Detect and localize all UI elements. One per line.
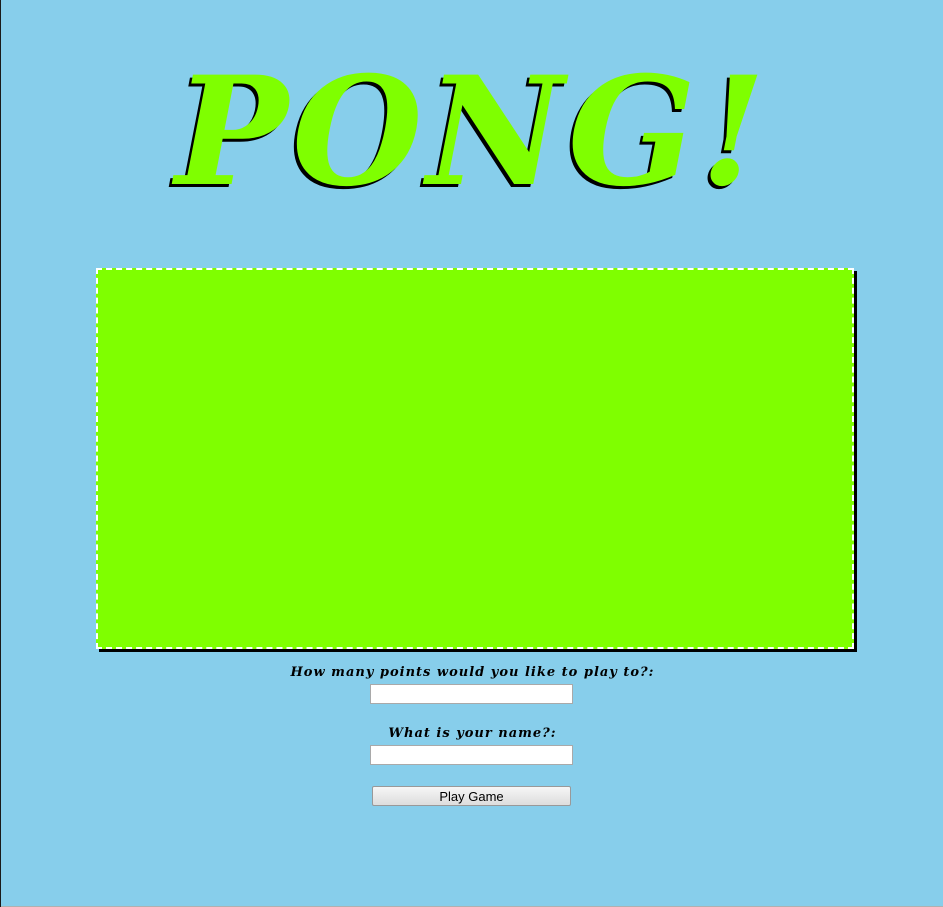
pong-page: { "title": "PONG!", "colors": { "backgro…	[0, 0, 943, 907]
points-label: How many points would you like to play t…	[290, 665, 655, 680]
play-game-button[interactable]: Play Game	[372, 786, 571, 806]
points-input[interactable]	[370, 684, 573, 704]
name-input[interactable]	[370, 745, 573, 765]
game-canvas[interactable]	[96, 268, 854, 649]
name-label: What is your name?:	[388, 726, 557, 741]
game-title: PONG!	[175, 44, 770, 220]
